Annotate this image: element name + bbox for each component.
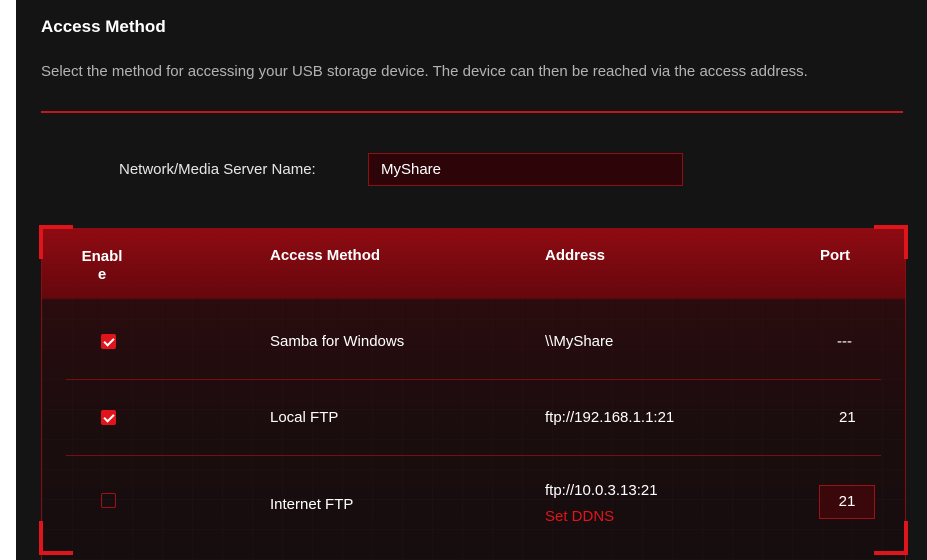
- address-cell: ftp://192.168.1.1:21: [545, 409, 675, 426]
- address-cell: ftp://10.0.3.13:21: [545, 482, 658, 499]
- section-title: Access Method: [41, 17, 166, 36]
- access-method-panel: Access Method Select the method for acce…: [16, 0, 927, 560]
- port-cell: 21: [839, 409, 856, 426]
- header-access-method: Access Method: [270, 247, 381, 264]
- header-address: Address: [545, 247, 606, 264]
- header-port: Port: [820, 247, 850, 264]
- table-row: Local FTP ftp://192.168.1.1:21 21: [66, 380, 881, 456]
- access-method-table: Enabl e Access Method Address Port Samba …: [39, 225, 908, 560]
- set-ddns-link[interactable]: Set DDNS: [545, 508, 614, 525]
- port-cell: ---: [837, 333, 852, 350]
- divider: [41, 111, 903, 113]
- table-row: Internet FTP ftp://10.0.3.13:21 Set DDNS…: [66, 456, 881, 532]
- enable-checkbox-samba[interactable]: [101, 334, 116, 349]
- section-description: Select the method for accessing your USB…: [41, 63, 808, 80]
- port-input[interactable]: 21: [819, 485, 875, 519]
- corner-decoration: [874, 225, 908, 259]
- method-cell: Internet FTP: [270, 496, 354, 513]
- enable-checkbox-internet-ftp[interactable]: [101, 493, 116, 508]
- table-row: Samba for Windows \\MyShare ---: [66, 304, 881, 380]
- server-name-input[interactable]: MyShare: [368, 153, 683, 186]
- corner-decoration: [39, 225, 73, 259]
- method-cell: Samba for Windows: [270, 333, 405, 350]
- method-cell: Local FTP: [270, 409, 339, 426]
- server-name-label: Network/Media Server Name:: [119, 161, 316, 178]
- header-enable: Enabl e: [81, 248, 123, 283]
- address-cell: \\MyShare: [545, 333, 614, 350]
- enable-checkbox-local-ftp[interactable]: [101, 410, 116, 425]
